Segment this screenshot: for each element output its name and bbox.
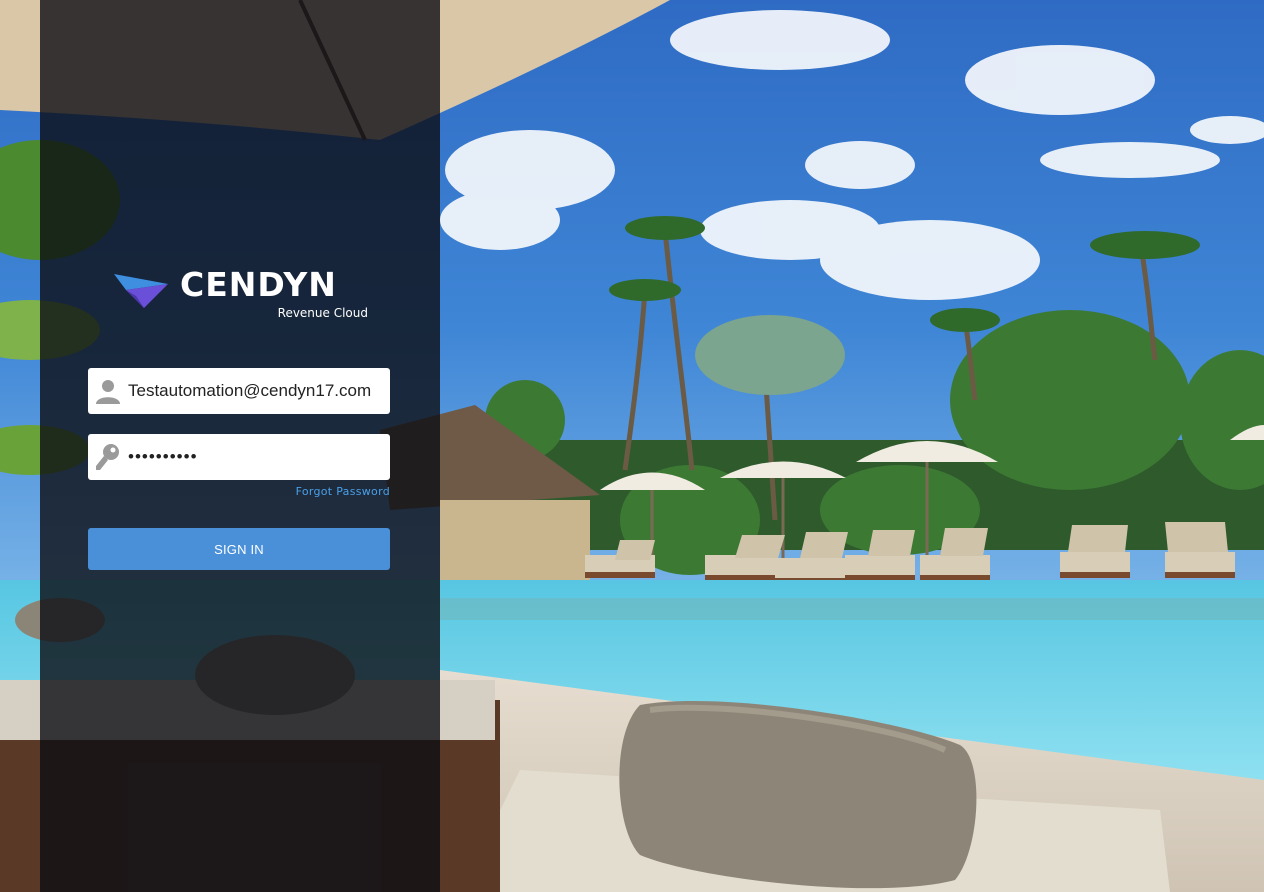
user-icon (88, 368, 128, 414)
brand-logo: CENDYN Revenue Cloud (114, 266, 374, 322)
email-input[interactable] (128, 369, 390, 413)
cendyn-logo-mark-icon (114, 268, 170, 315)
password-field[interactable] (88, 434, 390, 480)
key-icon (88, 434, 128, 480)
sign-in-button[interactable]: SIGN IN (88, 528, 390, 570)
login-panel: CENDYN Revenue Cloud Forgot Password SIG… (40, 0, 440, 892)
brand-name: CENDYN (180, 265, 337, 304)
forgot-password-link[interactable]: Forgot Password (290, 485, 390, 498)
brand-tagline: Revenue Cloud (277, 306, 368, 320)
email-field[interactable] (88, 368, 390, 414)
password-input[interactable] (128, 435, 390, 479)
